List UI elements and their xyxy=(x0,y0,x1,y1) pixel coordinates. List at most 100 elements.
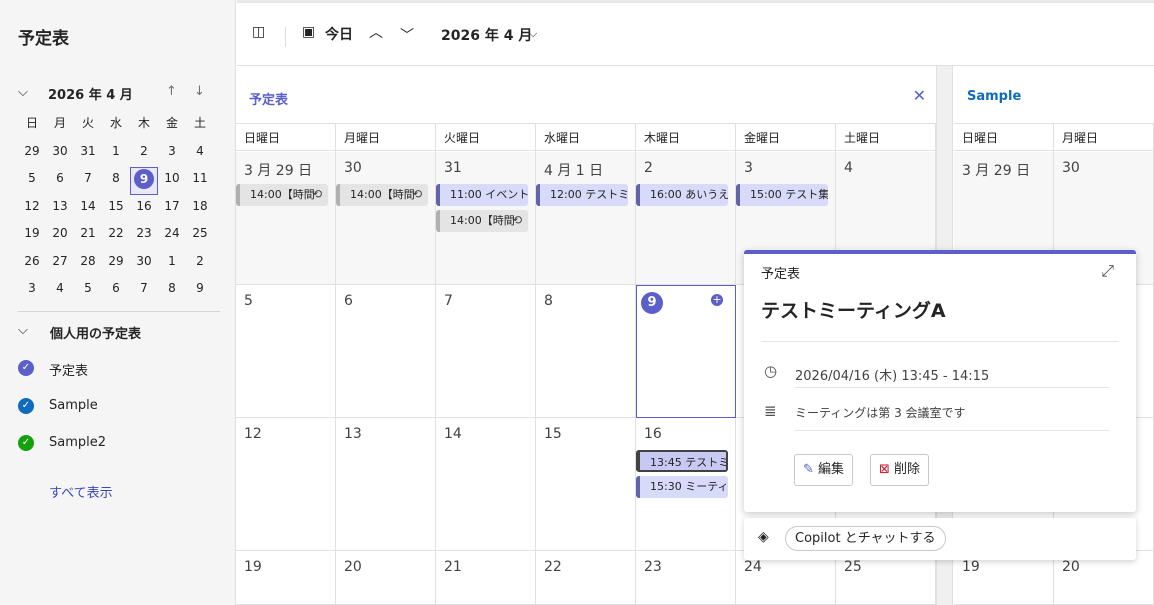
mini-day[interactable]: 2 xyxy=(186,250,214,278)
mini-day[interactable]: 19 xyxy=(18,222,46,250)
day-cell[interactable]: 7 xyxy=(436,285,536,418)
event-chip[interactable]: 15:30 ミーティング xyxy=(636,476,728,498)
popup-calendar-name: 予定表 xyxy=(761,267,801,282)
day-cell[interactable]: 15 xyxy=(536,418,636,551)
mini-day[interactable]: 5 xyxy=(74,277,102,305)
arrow-down-icon[interactable]: ↓ xyxy=(194,84,205,99)
arrow-up-icon[interactable]: ↑ xyxy=(166,84,177,99)
edit-button[interactable]: ✎ 編集 xyxy=(794,454,854,486)
mini-day[interactable]: 3 xyxy=(18,277,46,305)
day-cell[interactable]: 12 xyxy=(236,418,336,551)
mini-day[interactable]: 7 xyxy=(74,167,102,195)
day-cell[interactable]: 3 月 29 日 xyxy=(236,152,336,285)
today-marker: 9 xyxy=(134,169,154,189)
calendar-item-sample2[interactable]: ✓ Sample2 xyxy=(18,435,218,455)
description-icon: ≣ xyxy=(764,402,777,420)
copilot-chat-button[interactable]: Copilot とチャットする xyxy=(785,526,946,551)
mini-day[interactable]: 30 xyxy=(46,140,74,168)
day-cell[interactable]: 19 xyxy=(236,551,336,605)
today-calendar-icon[interactable]: ▣ xyxy=(302,24,315,40)
today-button[interactable]: 今日 xyxy=(325,24,353,44)
mini-day[interactable]: 6 xyxy=(46,167,74,195)
mini-day[interactable]: 5 xyxy=(18,167,46,195)
mini-day[interactable]: 14 xyxy=(74,195,102,223)
mini-day[interactable]: 4 xyxy=(46,277,74,305)
toolbar-divider xyxy=(285,27,286,47)
add-event-icon[interactable]: + xyxy=(711,294,723,306)
mini-day[interactable]: 15 xyxy=(102,195,130,223)
event-chip[interactable]: 13:45 テストミー xyxy=(636,450,728,472)
day-cell[interactable]: 6 xyxy=(336,285,436,418)
mini-day[interactable]: 17 xyxy=(158,195,186,223)
mini-day[interactable]: 26 xyxy=(18,250,46,278)
mini-day[interactable]: 28 xyxy=(74,250,102,278)
day-cell[interactable]: 30 xyxy=(336,152,436,285)
mini-day[interactable]: 20 xyxy=(46,222,74,250)
mini-day[interactable]: 27 xyxy=(46,250,74,278)
mini-day[interactable]: 6 xyxy=(102,277,130,305)
day-cell[interactable]: 23 xyxy=(636,551,736,605)
day-cell[interactable]: 5 xyxy=(236,285,336,418)
mini-day[interactable]: 10 xyxy=(158,167,186,195)
mini-day[interactable]: 29 xyxy=(18,140,46,168)
day-number: 31 xyxy=(444,160,462,176)
popup-event-title: テストミーティングA xyxy=(761,300,946,322)
mini-day[interactable]: 25 xyxy=(186,222,214,250)
day-cell[interactable]: 14 xyxy=(436,418,536,551)
event-chip[interactable]: 11:00 イベントテ xyxy=(436,184,528,206)
mini-day[interactable]: 9 xyxy=(186,277,214,305)
chevron-down-icon[interactable]: ⌵ xyxy=(529,27,537,41)
day-number: 3 月 29 日 xyxy=(244,163,313,179)
mini-day[interactable]: 4 xyxy=(186,140,214,168)
calendar-item-sample[interactable]: ✓ Sample xyxy=(18,398,218,418)
mini-day[interactable]: 24 xyxy=(158,222,186,250)
mini-day[interactable]: 3 xyxy=(158,140,186,168)
day-cell[interactable]: 4 月 1 日 xyxy=(536,152,636,285)
chevron-up-icon[interactable]: ︿ xyxy=(369,22,383,42)
mini-day[interactable]: 1 xyxy=(158,250,186,278)
mini-day[interactable]: 8 xyxy=(102,167,130,195)
mini-day[interactable]: 30 xyxy=(130,250,158,278)
mini-day[interactable]: 13 xyxy=(46,195,74,223)
event-chip[interactable]: 15:00 テスト集会 xyxy=(736,184,828,206)
expand-icon[interactable]: ⤢ xyxy=(1101,261,1114,281)
mini-day[interactable]: 7 xyxy=(130,277,158,305)
weekday-header: 水曜日 xyxy=(536,124,636,152)
day-cell[interactable]: 20 xyxy=(336,551,436,605)
mini-day[interactable]: 22 xyxy=(102,222,130,250)
mini-day[interactable]: 21 xyxy=(74,222,102,250)
close-icon[interactable]: ✕ xyxy=(913,86,926,105)
mini-day[interactable]: 2 xyxy=(130,140,158,168)
clock-icon: ◷ xyxy=(764,362,778,380)
mini-day[interactable]: 8 xyxy=(158,277,186,305)
day-number: 5 xyxy=(244,293,253,309)
chevron-down-icon[interactable]: ⌵ xyxy=(18,85,28,100)
mini-day[interactable]: 31 xyxy=(74,140,102,168)
day-cell[interactable]: 22 xyxy=(536,551,636,605)
mini-month-label[interactable]: 2026 年 4 月 xyxy=(48,84,133,103)
mini-day[interactable]: 18 xyxy=(186,195,214,223)
day-number: 12 xyxy=(244,426,262,442)
mini-day[interactable]: 29 xyxy=(102,250,130,278)
toggle-sidebar-icon[interactable]: ◫ xyxy=(252,24,265,40)
calendar-item-yoteihyo[interactable]: ✓ 予定表 xyxy=(18,360,218,380)
month-picker-button[interactable]: 2026 年 4 月 xyxy=(441,25,532,45)
mini-day-today[interactable]: 9 xyxy=(130,167,158,195)
mini-day[interactable]: 23 xyxy=(130,222,158,250)
chevron-down-icon[interactable]: ﹀ xyxy=(400,25,414,45)
mini-day[interactable]: 11 xyxy=(186,167,214,195)
event-chip[interactable]: 16:00 あいうえお xyxy=(636,184,728,206)
day-cell[interactable]: 21 xyxy=(436,551,536,605)
day-cell[interactable]: 2 xyxy=(636,152,736,285)
day-number: 3 月 29 日 xyxy=(962,163,1031,179)
mini-day[interactable]: 12 xyxy=(18,195,46,223)
mini-day[interactable]: 1 xyxy=(102,140,130,168)
day-cell[interactable]: 9 + xyxy=(636,285,736,418)
show-all-link[interactable]: すべて表示 xyxy=(49,482,113,501)
day-cell[interactable]: 8 xyxy=(536,285,636,418)
event-details-popup: 予定表 ⤢ テストミーティングA ◷ 2026/04/16 (木) 13:45 … xyxy=(744,250,1136,512)
event-chip[interactable]: 12:00 テストミー xyxy=(536,184,628,206)
delete-button[interactable]: ⊠ 削除 xyxy=(870,454,930,486)
day-cell[interactable]: 13 xyxy=(336,418,436,551)
mini-day[interactable]: 16 xyxy=(130,195,158,223)
